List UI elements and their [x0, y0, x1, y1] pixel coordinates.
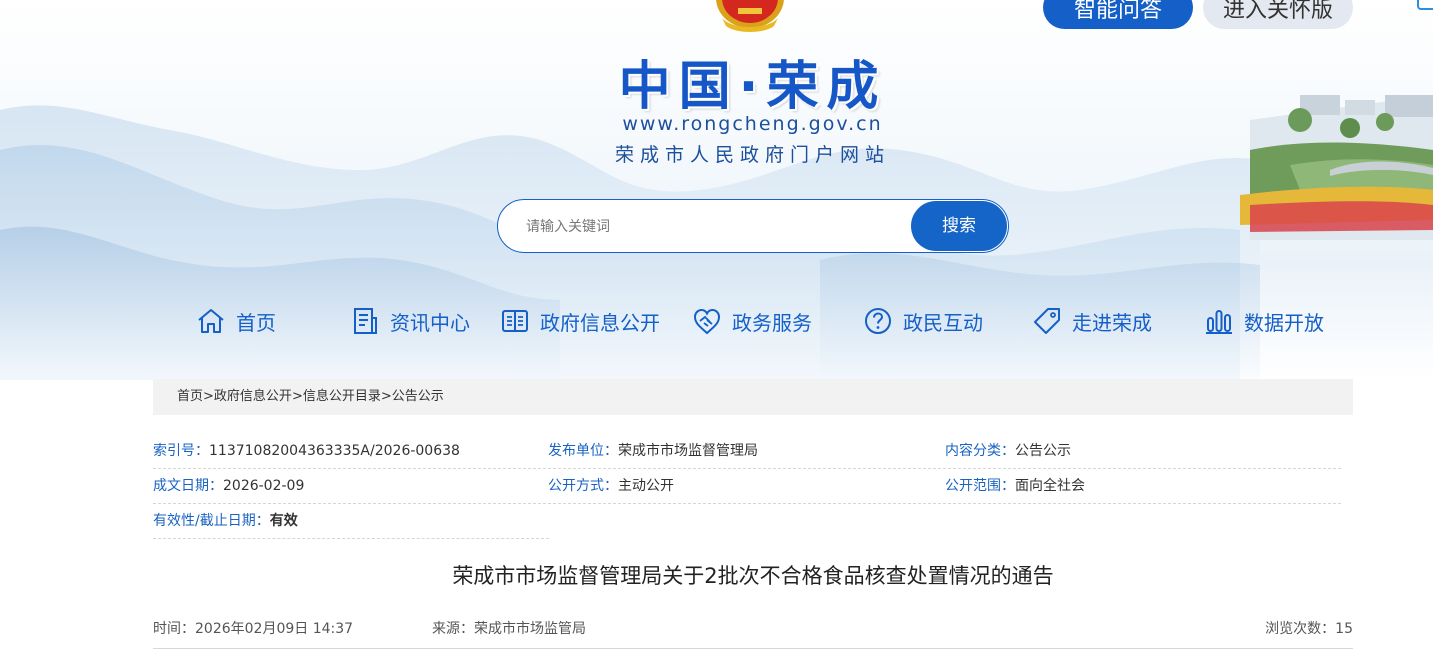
- view-count: 浏览次数：15: [1265, 621, 1353, 637]
- content-category: 内容分类：公告公示: [945, 434, 1071, 468]
- city-park-illustration: [1240, 95, 1433, 240]
- bar-chart-icon: [1206, 310, 1232, 334]
- index-number-value: 11371082004363335A/2026-00638: [209, 443, 460, 459]
- tag-icon: [1034, 308, 1060, 334]
- nav-label-about: 走进荣成: [1072, 310, 1152, 335]
- publisher-label: 发布单位：: [548, 443, 618, 459]
- meta-divider: [153, 648, 1353, 649]
- publisher-value: 荣成市市场监督管理局: [618, 443, 758, 459]
- open-scope: 公开范围：面向全社会: [945, 469, 1085, 503]
- search-bar: 搜索: [497, 199, 1009, 253]
- smart-qa-button[interactable]: 智能问答: [1043, 0, 1193, 29]
- info-row-1: 索引号：11371082004363335A/2026-00638 发布单位：荣…: [153, 434, 1341, 469]
- main-nav: 首页 资讯中心 政府信息公开 政务服务 政民互动 走进荣成 数据开放: [150, 300, 1350, 342]
- nav-label-news: 资讯中心: [390, 310, 470, 335]
- site-url: www.rongcheng.gov.cn: [622, 113, 883, 135]
- index-number-label: 索引号：: [153, 443, 209, 459]
- question-circle-icon: [865, 308, 891, 334]
- nav-item-news[interactable]: 资讯中心: [350, 300, 470, 342]
- index-number: 索引号：11371082004363335A/2026-00638: [153, 434, 460, 468]
- nav-item-about[interactable]: 走进荣成: [1032, 300, 1152, 342]
- open-mode-label: 公开方式：: [548, 478, 618, 494]
- content-category-value: 公告公示: [1015, 443, 1071, 459]
- publisher: 发布单位：荣成市市场监督管理局: [548, 434, 758, 468]
- breadcrumb-gov-info[interactable]: 政府信息公开: [214, 389, 292, 404]
- open-mode-value: 主动公开: [618, 478, 674, 494]
- open-scope-value: 面向全社会: [1015, 478, 1085, 494]
- open-mode: 公开方式：主动公开: [548, 469, 674, 503]
- nav-item-open-data[interactable]: 数据开放: [1204, 300, 1324, 342]
- breadcrumb: 首页>政府信息公开>信息公开目录>公告公示: [153, 379, 1353, 415]
- content-category-label: 内容分类：: [945, 443, 1015, 459]
- breadcrumb-separator: >: [380, 389, 392, 404]
- site-subtitle: 荣成市人民政府门户网站: [614, 144, 890, 166]
- validity: 有效性/截止日期：有效: [153, 504, 298, 538]
- breadcrumb-separator: >: [203, 389, 214, 404]
- national-emblem-icon: [716, 0, 784, 32]
- article-title: 荣成市市场监督管理局关于2批次不合格食品核查处置情况的通告: [452, 564, 1054, 588]
- validity-value: 有效: [269, 513, 298, 529]
- document-list-icon: [354, 308, 377, 334]
- nav-item-gov-info[interactable]: 政府信息公开: [500, 300, 660, 342]
- nav-label-gov-info: 政府信息公开: [540, 310, 660, 335]
- document-date-value: 2026-02-09: [223, 478, 305, 494]
- nav-label-interaction: 政民互动: [903, 310, 983, 335]
- search-button[interactable]: 搜索: [911, 201, 1007, 251]
- home-icon: [198, 309, 224, 333]
- handshake-heart-icon: [693, 308, 721, 335]
- document-date: 成文日期：2026-02-09: [153, 469, 304, 503]
- info-row-3: 有效性/截止日期：有效: [153, 504, 549, 539]
- breadcrumb-home[interactable]: 首页: [177, 389, 203, 404]
- side-widget-icon[interactable]: [1417, 0, 1433, 10]
- nav-label-home: 首页: [236, 310, 276, 335]
- document-date-label: 成文日期：: [153, 478, 223, 494]
- breadcrumb-announcements[interactable]: 公告公示: [392, 389, 444, 404]
- nav-item-services[interactable]: 政务服务: [692, 300, 812, 342]
- breadcrumb-separator: >: [291, 389, 303, 404]
- publish-time: 时间：2026年02月09日 14:37: [153, 621, 354, 637]
- header-banner: 智能问答 进入关怀版 中国·荣成 www.rongcheng.gov.cn 荣成…: [0, 0, 1433, 380]
- article-source: 来源：荣成市市场监管局: [432, 621, 586, 637]
- search-input[interactable]: [526, 200, 906, 252]
- nav-item-home[interactable]: 首页: [196, 300, 276, 342]
- site-title: 中国·荣成: [618, 57, 887, 117]
- info-row-2: 成文日期：2026-02-09 公开方式：主动公开 公开范围：面向全社会: [153, 469, 1341, 504]
- open-scope-label: 公开范围：: [945, 478, 1015, 494]
- open-book-icon: [502, 310, 528, 332]
- nav-label-services: 政务服务: [732, 310, 812, 335]
- care-mode-button[interactable]: 进入关怀版: [1203, 0, 1353, 29]
- nav-label-open-data: 数据开放: [1244, 310, 1324, 335]
- validity-label: 有效性/截止日期：: [153, 513, 270, 529]
- nav-item-interaction[interactable]: 政民互动: [863, 300, 983, 342]
- breadcrumb-catalog[interactable]: 信息公开目录: [303, 389, 381, 404]
